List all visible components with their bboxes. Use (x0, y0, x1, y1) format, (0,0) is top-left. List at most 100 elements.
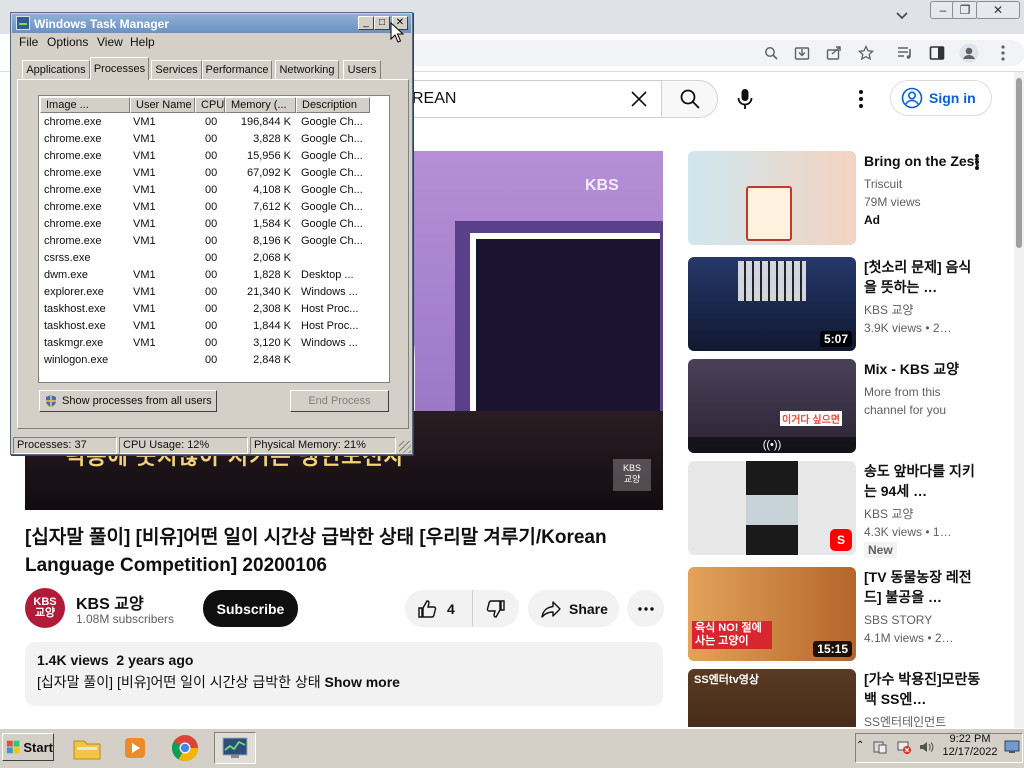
dislike-button[interactable] (473, 590, 519, 627)
video-more-actions-button[interactable] (627, 590, 664, 627)
cell-user: VM1 (133, 235, 156, 247)
sign-in-button[interactable]: Sign in (890, 80, 992, 116)
start-button[interactable]: Start (2, 733, 54, 761)
process-row[interactable]: taskhost.exe VM1 00 2,308 K Host Proc... (39, 301, 389, 318)
cell-memory: 7,612 K (253, 201, 291, 213)
tab-users[interactable]: Users (343, 60, 381, 79)
task-manager-window[interactable]: Windows Task Manager _ □ ✕ File Options … (10, 12, 413, 455)
tab-services[interactable]: Services (151, 60, 202, 79)
process-row[interactable]: dwm.exe VM1 00 1,828 K Desktop ... (39, 267, 389, 284)
menu-file[interactable]: File (19, 35, 38, 49)
process-row[interactable]: taskmgr.exe VM1 00 3,120 K Windows ... (39, 335, 389, 352)
recommendation-channel: KBS 교양 (864, 507, 914, 521)
recommendation-title: [첫소리 문제] 음식을 뜻하는 … (864, 259, 972, 295)
cell-cpu: 00 (205, 320, 218, 332)
process-row[interactable]: taskhost.exe VM1 00 1,844 K Host Proc... (39, 318, 389, 335)
process-row[interactable]: chrome.exe VM1 00 7,612 K Google Ch... (39, 199, 389, 216)
task-manager-titlebar[interactable]: Windows Task Manager (12, 14, 411, 33)
menu-view[interactable]: View (97, 35, 123, 49)
menu-options[interactable]: Options (47, 35, 88, 49)
recommendation-thumbnail (688, 151, 856, 245)
process-row[interactable]: chrome.exe VM1 00 15,956 K Google Ch... (39, 148, 389, 165)
cell-user: VM1 (133, 167, 156, 179)
recommendation-menu-icon[interactable] (974, 153, 980, 171)
share-icon[interactable] (823, 42, 845, 64)
tray-expand-icon[interactable]: ⌃ (856, 740, 864, 751)
network-error-icon[interactable] (896, 739, 912, 755)
cell-cpu: 00 (205, 184, 218, 196)
media-control-icon[interactable] (894, 42, 916, 64)
maximize-button[interactable]: □ (374, 16, 390, 30)
search-input[interactable]: REAN (405, 80, 661, 118)
zoom-icon[interactable] (760, 42, 782, 64)
process-row[interactable]: chrome.exe VM1 00 67,092 K Google Ch... (39, 165, 389, 182)
view-count: 1.4K views (37, 652, 109, 668)
show-more-link[interactable]: Show more (325, 674, 400, 690)
description-box[interactable]: 1.4K views 2 years ago [십자말 풀이] [비유]어떤 일… (25, 642, 663, 706)
start-label: Start (23, 739, 53, 755)
subscribe-button[interactable]: Subscribe (203, 590, 298, 627)
chrome-icon[interactable] (164, 732, 206, 764)
like-button[interactable]: 4 (405, 590, 473, 627)
process-row[interactable]: csrss.exe 00 2,068 K (39, 250, 389, 267)
browser-restore-button[interactable]: ❐ (952, 1, 978, 19)
profile-icon[interactable] (958, 42, 980, 64)
cell-cpu: 00 (205, 303, 218, 315)
process-row[interactable]: explorer.exe VM1 00 21,340 K Windows ... (39, 284, 389, 301)
column-header-image[interactable]: Image ... (40, 97, 130, 113)
recommendation-item[interactable]: SS엔터tv영상 [가수 박용진]모란동백 SS엔… SS엔터테인먼트 (688, 669, 1008, 727)
column-header-cpu[interactable]: CPU (195, 97, 225, 113)
taskbar-clock[interactable]: 9:22 PM 12/17/2022 (940, 733, 1000, 759)
action-center-icon[interactable] (872, 739, 888, 755)
bookmark-star-icon[interactable] (855, 42, 877, 64)
explorer-icon[interactable] (66, 732, 108, 764)
column-header-user[interactable]: User Name (130, 97, 195, 113)
process-row[interactable]: chrome.exe VM1 00 4,108 K Google Ch... (39, 182, 389, 199)
tab-search-chevron-icon[interactable] (895, 8, 915, 26)
column-header-memory[interactable]: Memory (... (225, 97, 296, 113)
process-row[interactable]: chrome.exe VM1 00 3,828 K Google Ch... (39, 131, 389, 148)
sign-in-label: Sign in (929, 90, 976, 106)
tab-applications[interactable]: Applications (22, 60, 90, 79)
channel-name[interactable]: KBS 교양 (76, 590, 144, 614)
voice-search-button[interactable] (726, 80, 764, 118)
tab-networking[interactable]: Networking (275, 60, 339, 79)
search-button[interactable] (661, 80, 718, 118)
tab-processes[interactable]: Processes (90, 57, 149, 80)
task-manager-taskbar-icon[interactable] (214, 732, 256, 764)
search-icon (680, 89, 700, 109)
process-row[interactable]: chrome.exe VM1 00 1,584 K Google Ch... (39, 216, 389, 233)
cell-user: VM1 (133, 337, 156, 349)
end-process-button[interactable]: End Process (290, 390, 389, 412)
minimize-button[interactable]: _ (358, 16, 374, 30)
media-player-icon[interactable] (114, 732, 156, 764)
scrollbar-thumb[interactable] (1016, 78, 1022, 248)
recommendation-item[interactable]: S 송도 앞바다를 지키는 94세 … KBS 교양 4.3K views • … (688, 461, 1008, 558)
process-row[interactable]: winlogon.exe 00 2,848 K (39, 352, 389, 369)
recommendation-item[interactable]: 육식 NO! 절에 사는 고양이 15:15 [TV 동물농장 레전드] 불공을… (688, 567, 1008, 661)
show-desktop-icon[interactable] (1004, 740, 1020, 754)
show-all-users-button[interactable]: Show processes from all users (39, 390, 217, 412)
column-header-description[interactable]: Description (296, 97, 370, 113)
share-button[interactable]: Share (528, 590, 619, 627)
page-scrollbar[interactable] (1014, 72, 1024, 728)
settings-more-icon[interactable] (851, 88, 871, 110)
share-arrow-icon (541, 600, 561, 618)
recommendation-item[interactable]: 5:07 [첫소리 문제] 음식을 뜻하는 … KBS 교양 3.9K view… (688, 257, 1008, 351)
clear-search-icon[interactable] (628, 88, 650, 110)
recommendation-item[interactable]: ((•)) 이거다 싶으면 Mix - KBS 교양 More from thi… (688, 359, 1008, 453)
browser-close-button[interactable]: ✕ (976, 1, 1020, 19)
recommendation-item[interactable]: Bring on the Zest Triscuit 79M views Ad (688, 151, 1008, 245)
cell-description: Google Ch... (301, 201, 363, 213)
process-list[interactable]: Image ... User Name CPU Memory (... Desc… (38, 95, 390, 383)
side-panel-icon[interactable] (926, 42, 948, 64)
tab-performance[interactable]: Performance (202, 60, 272, 79)
more-icon[interactable] (992, 42, 1014, 64)
channel-avatar[interactable]: KBS 교양 (25, 588, 65, 628)
menu-help[interactable]: Help (130, 35, 155, 49)
download-icon[interactable] (791, 42, 813, 64)
volume-icon[interactable] (918, 739, 934, 755)
process-row[interactable]: chrome.exe VM1 00 8,196 K Google Ch... (39, 233, 389, 250)
resize-grip[interactable] (399, 441, 411, 453)
process-row[interactable]: chrome.exe VM1 00 196,844 K Google Ch... (39, 114, 389, 131)
